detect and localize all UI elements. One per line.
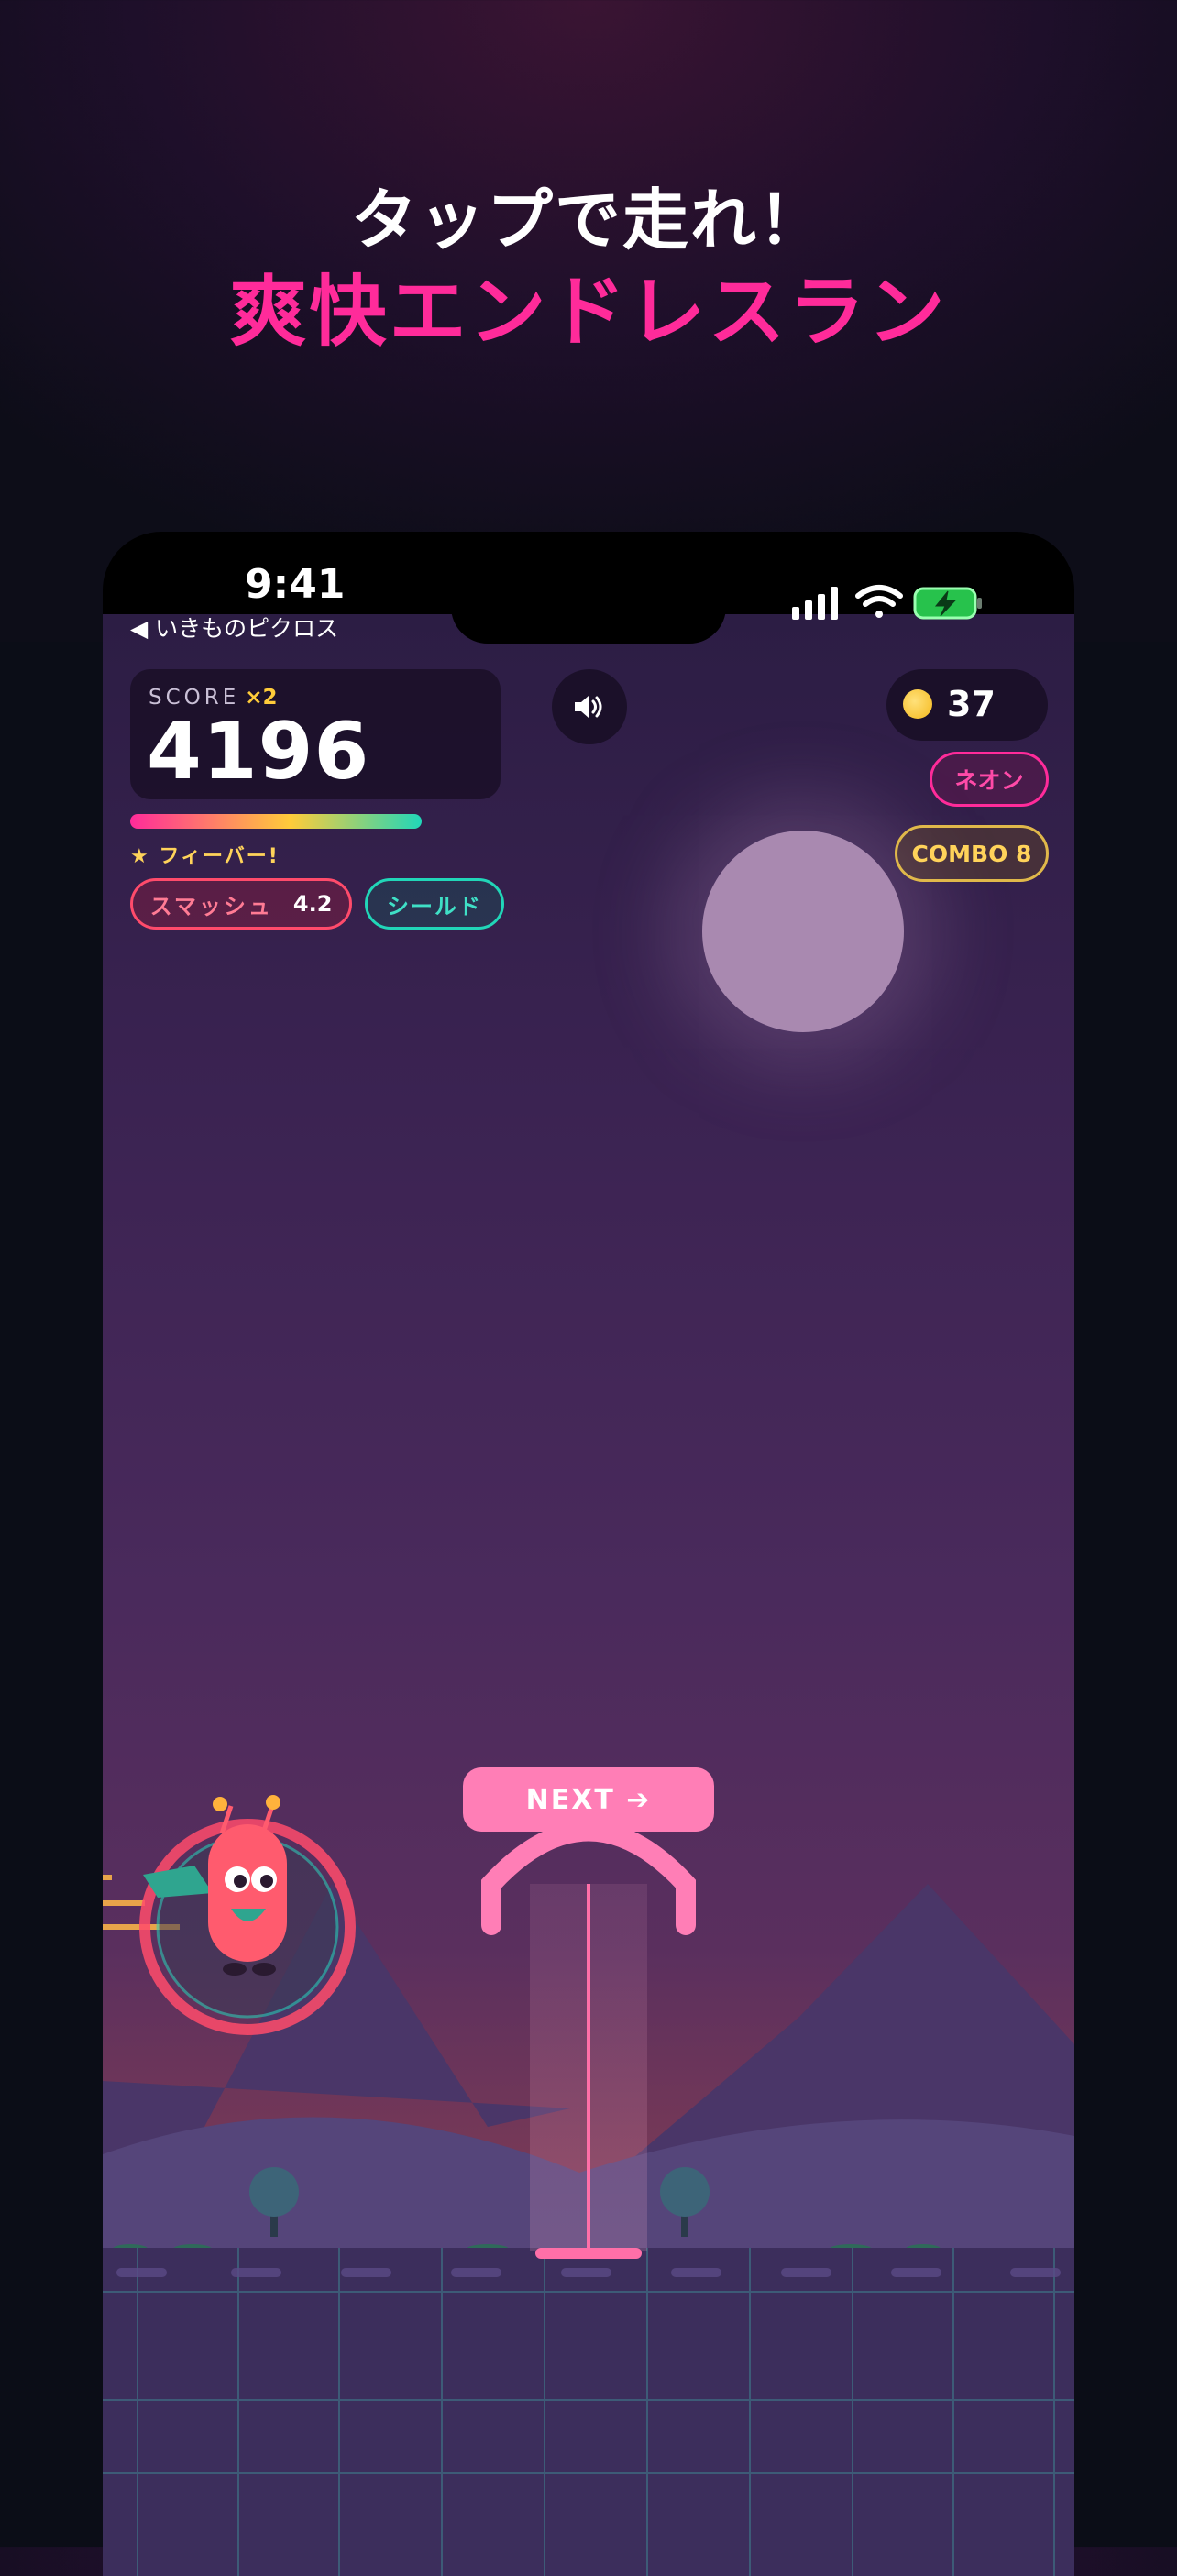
signal-icon bbox=[792, 587, 838, 620]
combo-badge: COMBO 8 bbox=[895, 825, 1049, 882]
wifi-icon bbox=[855, 585, 903, 618]
phone-frame: 9:41 ◀ いきものピクロス SCORE ×2 4196 ★ フィーバー! ス… bbox=[103, 532, 1074, 2576]
status-time: 9:41 bbox=[245, 561, 346, 608]
sound-icon bbox=[575, 696, 602, 718]
shield-powerup[interactable]: シールド bbox=[365, 878, 504, 930]
coin-count: 37 bbox=[947, 684, 996, 724]
fever-meter bbox=[130, 814, 422, 829]
game-screen[interactable]: ◀ いきものピクロス SCORE ×2 4196 ★ フィーバー! スマッシュ 4… bbox=[103, 614, 1074, 2576]
shield-label: シールド bbox=[387, 893, 482, 919]
status-icons bbox=[792, 581, 984, 625]
ground bbox=[103, 2248, 1074, 2576]
smash-timer: 4.2 bbox=[292, 891, 333, 917]
score-value: 4196 bbox=[147, 706, 370, 798]
next-button[interactable]: NEXT ➔ bbox=[463, 1767, 714, 1832]
back-to-app-link[interactable]: ◀ いきものピクロス bbox=[130, 614, 338, 644]
promo-line-1: タップで走れ！ bbox=[350, 182, 826, 259]
score-card: SCORE ×2 4196 bbox=[130, 669, 500, 799]
smash-powerup[interactable]: スマッシュ 4.2 bbox=[130, 878, 352, 930]
promo-headline: タップで走れ！ 爽快エンドレスラン bbox=[0, 179, 1177, 362]
promo-line-2: 爽快エンドレスラン bbox=[229, 267, 948, 357]
coin-counter: 37 bbox=[886, 669, 1048, 741]
sound-toggle-button[interactable] bbox=[552, 669, 627, 744]
phone-notch bbox=[451, 532, 726, 644]
neon-theme-tag[interactable]: ネオン bbox=[930, 752, 1049, 807]
battery-icon bbox=[913, 587, 982, 620]
fever-label: ★ フィーバー! bbox=[130, 845, 280, 868]
coin-icon bbox=[903, 689, 932, 719]
smash-label: スマッシュ bbox=[149, 893, 273, 919]
